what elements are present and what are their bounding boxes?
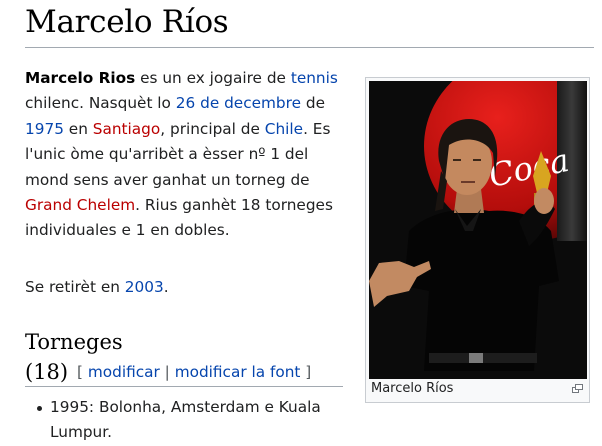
list-item: 1995: Bolonha, Amsterdam e Kuala Lumpur. [37, 395, 350, 446]
link-birth-date[interactable]: 26 de decembre [176, 94, 301, 112]
intro-text-5: , principal de [160, 119, 265, 138]
intro-text-4: en [63, 119, 93, 138]
enlarge-icon[interactable] [572, 384, 583, 393]
edit-separator: | [164, 363, 170, 381]
edit-section-links: [ modificar | modificar la font ] [77, 363, 311, 381]
page-title: Marcelo Ríos [25, 4, 229, 40]
title-divider [25, 47, 594, 48]
player-photo[interactable]: Coca [369, 81, 587, 379]
image-caption: Marcelo Ríos [371, 381, 454, 396]
image-thumbnail: Coca Marcelo Ríos [365, 77, 590, 403]
intro-text-1: es un ex jogaire de [135, 69, 291, 87]
retire-text-2: . [163, 278, 169, 296]
bullet-icon [37, 406, 42, 411]
link-chile[interactable]: Chile [265, 120, 303, 138]
tournament-list: 1995: Bolonha, Amsterdam e Kuala Lumpur. [37, 395, 350, 446]
subject-name: Marcelo Rios [25, 69, 136, 87]
section-divider [25, 386, 343, 387]
intro-text-3: de [301, 94, 325, 113]
link-retire-year[interactable]: 2003 [125, 278, 164, 296]
bracket-close: ] [305, 363, 312, 381]
intro-text-2: chilenc. Nasquèt lo [25, 94, 176, 113]
retirement-paragraph: Se retirèt en 2003. [25, 275, 343, 300]
link-santiago[interactable]: Santiago [93, 120, 160, 138]
list-item-text: 1995: Bolonha, Amsterdam e Kuala Lumpur. [50, 398, 321, 442]
retire-text-1: Se retirèt en [25, 278, 125, 296]
edit-source-link[interactable]: modificar la font [175, 363, 301, 381]
link-tennis[interactable]: tennis [291, 69, 338, 87]
photo-illustration: Coca [369, 81, 587, 379]
intro-paragraph: Marcelo Rios es un ex jogaire de tennis … [25, 66, 343, 244]
link-birth-year[interactable]: 1975 [25, 120, 64, 138]
bracket-open: [ [77, 363, 83, 381]
link-grand-chelem[interactable]: Grand Chelem [25, 196, 135, 214]
edit-link[interactable]: modificar [88, 363, 160, 381]
